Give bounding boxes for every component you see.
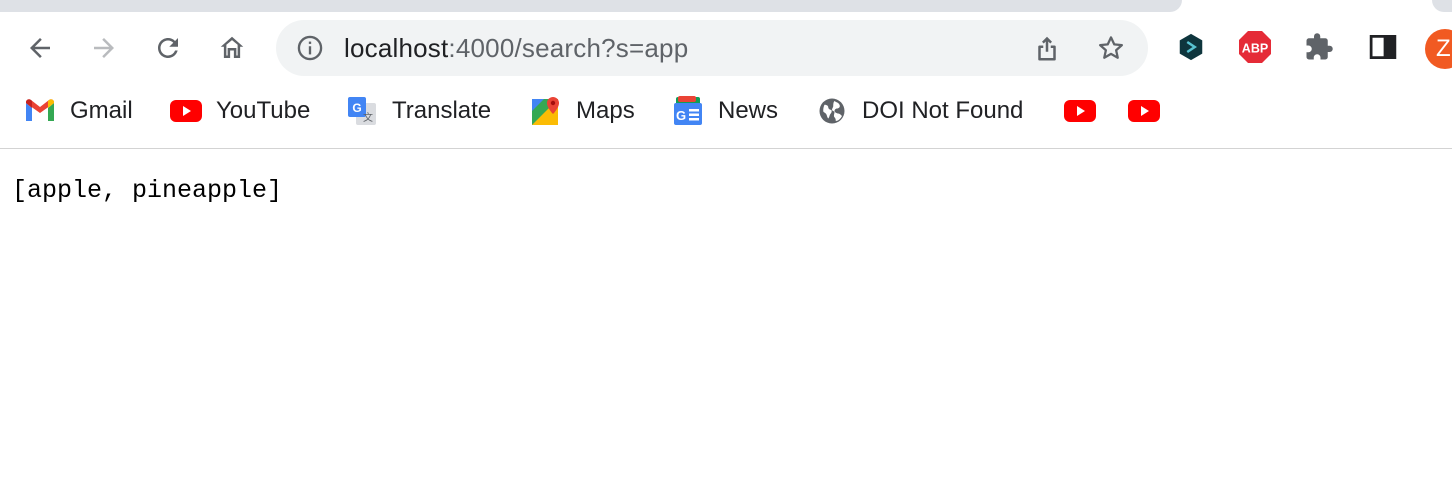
- adblock-plus-extension[interactable]: ABP: [1238, 30, 1272, 64]
- bookmark-label: Translate: [392, 97, 492, 124]
- google-news-icon: G: [672, 95, 704, 127]
- home-button[interactable]: [212, 28, 252, 68]
- browser-toolbar: localhost:4000/search?s=app ABP Z: [0, 12, 1452, 82]
- puzzle-extensions-icon: [1306, 33, 1333, 60]
- dashlane-icon: [1179, 33, 1203, 61]
- reload-icon: [158, 38, 178, 58]
- extensions-button[interactable]: [1302, 30, 1336, 64]
- gmail-icon: [24, 95, 56, 127]
- svg-text:G: G: [352, 101, 361, 115]
- side-panel-button[interactable]: [1366, 30, 1400, 64]
- arrow-left-icon: [30, 38, 50, 58]
- youtube-icon: [1064, 95, 1096, 127]
- new-tab-edge[interactable]: [1432, 0, 1452, 12]
- youtube-icon: [1128, 95, 1160, 127]
- bookmark-gmail[interactable]: Gmail: [24, 94, 133, 128]
- arrow-right-icon: [94, 38, 114, 58]
- profile-avatar[interactable]: Z: [1425, 29, 1452, 69]
- url-path: :4000/search?s=app: [448, 33, 689, 63]
- bookmarks-bar: Gmail YouTube G 文 Translate Maps G News …: [0, 82, 1452, 149]
- address-bar[interactable]: localhost:4000/search?s=app: [276, 20, 1148, 76]
- page-body-text: [apple, pineapple]: [12, 176, 283, 205]
- bookmark-label: News: [718, 97, 779, 124]
- svg-text:文: 文: [363, 111, 373, 124]
- info-icon[interactable]: [296, 34, 324, 62]
- url-text[interactable]: localhost:4000/search?s=app: [344, 33, 688, 63]
- bookmark-youtube-2[interactable]: [1064, 94, 1096, 128]
- url-host: localhost: [344, 33, 449, 63]
- bookmark-label: Maps: [576, 97, 635, 124]
- back-button[interactable]: [20, 28, 60, 68]
- bookmark-news[interactable]: G News: [672, 94, 778, 128]
- reload-button[interactable]: [148, 28, 188, 68]
- side-panel-icon: [1369, 35, 1397, 59]
- bookmark-doi-not-found[interactable]: DOI Not Found: [816, 94, 1023, 128]
- bookmark-youtube-3[interactable]: [1128, 94, 1160, 128]
- bookmark-label: YouTube: [216, 97, 311, 124]
- home-icon: [220, 36, 244, 58]
- bookmark-youtube[interactable]: YouTube: [170, 94, 310, 128]
- share-icon[interactable]: [1032, 33, 1062, 63]
- bookmark-maps[interactable]: Maps: [530, 94, 635, 128]
- google-maps-icon: [530, 95, 562, 127]
- active-tab-edge[interactable]: [0, 0, 1182, 12]
- bookmark-label: DOI Not Found: [862, 97, 1024, 124]
- dashlane-extension[interactable]: [1174, 30, 1208, 64]
- youtube-icon: [170, 95, 202, 127]
- bookmark-translate[interactable]: G 文 Translate: [346, 94, 491, 128]
- abp-label: ABP: [1242, 42, 1268, 56]
- tab-strip: [0, 0, 1452, 12]
- forward-button[interactable]: [84, 28, 124, 68]
- globe-icon: [816, 95, 848, 127]
- star-icon[interactable]: [1096, 33, 1126, 63]
- google-translate-icon: G 文: [346, 95, 378, 127]
- svg-text:G: G: [676, 108, 686, 123]
- adblock-plus-icon: ABP: [1239, 31, 1271, 63]
- bookmark-label: Gmail: [70, 97, 133, 124]
